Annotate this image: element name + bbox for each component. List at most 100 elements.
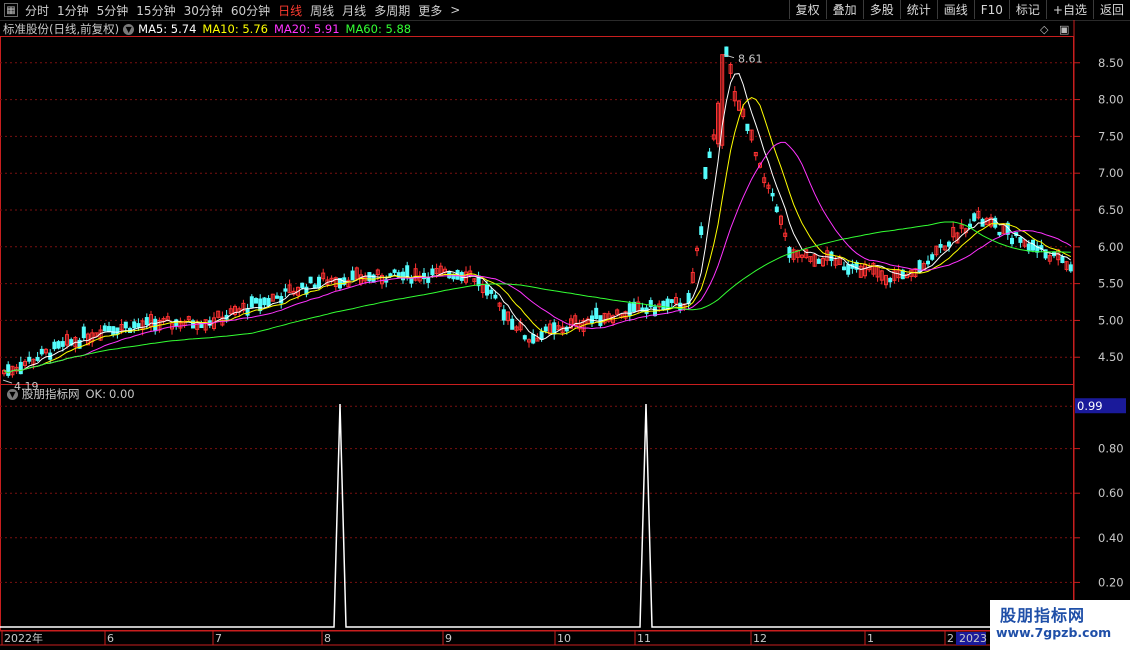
candle-body (707, 151, 712, 159)
candle-body (947, 241, 951, 247)
candle-body (56, 341, 61, 349)
candle-body (501, 309, 506, 321)
date-label: 8 (324, 632, 331, 645)
ma-line-ma10 (3, 97, 1072, 374)
candle-body (308, 276, 313, 284)
indicator-tick-label: 0.60 (1098, 486, 1124, 500)
candle-body (1060, 256, 1065, 264)
candle-body (102, 325, 107, 332)
candle-body (317, 276, 321, 288)
candle-body (123, 321, 128, 329)
candle-body (699, 226, 704, 235)
candle-body (661, 300, 666, 310)
low-annotation-line (2, 379, 13, 384)
candle-body (531, 333, 536, 344)
candle-body (489, 289, 494, 294)
date-label: 2 (947, 632, 954, 645)
candle-body (266, 298, 271, 307)
price-tick-label: 8.50 (1098, 56, 1124, 70)
candle-body (300, 282, 305, 289)
date-label: 9 (445, 632, 452, 645)
candle-body (926, 260, 930, 265)
candle-body (249, 296, 254, 308)
candle-body (787, 247, 792, 258)
candle-body (648, 300, 653, 308)
date-label: 6 (107, 632, 114, 645)
candle-body (392, 269, 397, 273)
candle-body (35, 356, 40, 361)
candle-body (111, 326, 116, 336)
candle-body (493, 294, 498, 299)
high-annotation-label: 8.61 (738, 53, 763, 66)
candle-body (829, 251, 834, 261)
candle-body (1018, 237, 1023, 243)
indicator-tick-label: 0.20 (1098, 575, 1124, 589)
candle-body (846, 264, 851, 275)
candle-body (669, 299, 674, 304)
candle-body (388, 273, 393, 277)
indicator-panel-frame (0, 384, 1074, 631)
candle-body (18, 361, 23, 375)
watermark-logo: 股朋指标网 www.7gpzb.com (990, 600, 1130, 650)
indicator-tick-label: 0.80 (1098, 442, 1124, 456)
candle-body (930, 254, 935, 260)
candle-body (115, 327, 120, 335)
candle-body (422, 272, 426, 280)
indicator-tick-label: 0.40 (1098, 531, 1124, 545)
candle-body (1026, 243, 1031, 252)
candle-body (594, 307, 599, 320)
candle-body (972, 213, 977, 222)
candle-body (997, 231, 1002, 236)
price-tick-label: 6.00 (1098, 240, 1124, 254)
date-label: 2023 (959, 632, 987, 645)
price-tick-label: 7.00 (1098, 166, 1124, 180)
date-label: 10 (557, 632, 571, 645)
candle-body (632, 301, 636, 312)
candle-body (590, 315, 594, 324)
kline-chart[interactable]: 8.50 8.00 7.50 7.00 6.50 6.00 5.50 5.00 4.50 0.99… (0, 0, 1130, 650)
candle-body (485, 283, 489, 296)
ma-line-ma60 (3, 221, 1071, 374)
candle-body (938, 244, 943, 248)
candle-body (245, 308, 250, 316)
candle-body (254, 298, 258, 304)
candle-body (350, 270, 355, 281)
candle-body (888, 277, 893, 283)
date-label: 12 (753, 632, 767, 645)
candle-body (27, 356, 32, 362)
date-label: 1 (867, 632, 874, 645)
candle-body (543, 326, 548, 332)
price-tick-label: 7.50 (1098, 129, 1124, 143)
indicator-tick-label: 0.99 (1077, 399, 1103, 413)
candle-body (262, 297, 267, 306)
candle-body (774, 206, 779, 213)
candle-body (522, 335, 527, 340)
candle-body (153, 318, 158, 332)
price-tick-label: 8.00 (1098, 93, 1124, 107)
candle-body (539, 331, 544, 340)
candle-body (144, 317, 149, 326)
date-label: 11 (637, 632, 651, 645)
candle-body (107, 326, 111, 333)
candle-body (81, 326, 86, 339)
candle-body (39, 348, 44, 355)
candle-body (52, 341, 57, 350)
price-tick-label: 6.50 (1098, 203, 1124, 217)
candle-body (510, 318, 515, 330)
candle-body (136, 323, 141, 328)
candle-body (816, 258, 821, 264)
date-label: 2022年 (4, 631, 43, 645)
candle-body (842, 266, 846, 271)
candle-body (275, 295, 279, 299)
candle-body (745, 123, 750, 131)
candle-body (132, 321, 137, 329)
candle-body (6, 364, 11, 376)
candle-body (283, 288, 288, 292)
price-tick-label: 5.50 (1098, 277, 1124, 291)
price-tick-label: 5.00 (1098, 313, 1124, 327)
candle-body (430, 268, 435, 276)
candle-body (703, 166, 708, 179)
indicator-ok-line (0, 403, 1074, 628)
candle-body (60, 341, 65, 347)
low-annotation-label: 4.19 (14, 380, 39, 393)
